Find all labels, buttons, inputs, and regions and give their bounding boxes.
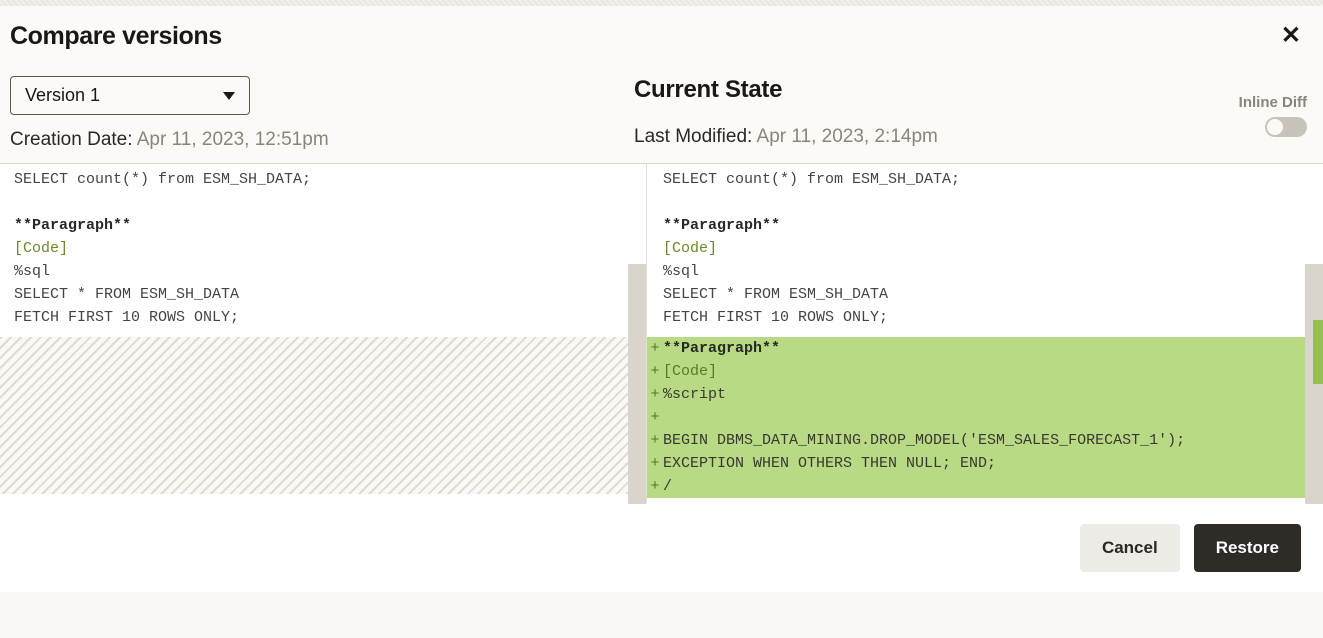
code-line: %sql (14, 260, 646, 283)
creation-date-value: Apr 11, 2023, 12:51pm (137, 129, 329, 150)
code-line: %sql (663, 260, 1323, 283)
inline-diff-control: Inline Diff (1239, 94, 1307, 137)
current-state-heading: Current State (634, 76, 1313, 104)
added-line: +EXCEPTION WHEN OTHERS THEN NULL; END; (647, 452, 1305, 475)
diff-pane-right: SELECT count(*) from ESM_SH_DATA; **Para… (647, 164, 1323, 504)
code-marker: [Code] (14, 237, 646, 260)
plus-icon: + (647, 383, 663, 406)
paragraph-marker: **Paragraph** (663, 337, 780, 360)
added-line: +%script (647, 383, 1305, 406)
left-meta: Version 1 Creation Date: Apr 11, 2023, 1… (10, 76, 634, 151)
restore-button[interactable]: Restore (1194, 524, 1301, 572)
scrollbar-right[interactable] (1305, 264, 1323, 504)
scrollbar-accent (1313, 320, 1323, 384)
dialog-title: Compare versions (10, 22, 222, 51)
paragraph-marker: **Paragraph** (14, 214, 646, 237)
inline-diff-label: Inline Diff (1239, 94, 1307, 111)
plus-icon: + (647, 406, 663, 429)
cancel-button[interactable]: Cancel (1080, 524, 1180, 572)
code-line: EXCEPTION WHEN OTHERS THEN NULL; END; (663, 452, 996, 475)
code-line: %script (663, 383, 726, 406)
plus-icon: + (647, 337, 663, 360)
paragraph-marker: **Paragraph** (663, 214, 1323, 237)
code-line: BEGIN DBMS_DATA_MINING.DROP_MODEL('ESM_S… (663, 429, 1185, 452)
added-line: +BEGIN DBMS_DATA_MINING.DROP_MODEL('ESM_… (647, 429, 1305, 452)
code-line: / (663, 475, 672, 498)
added-line: +/ (647, 475, 1305, 498)
plus-icon: + (647, 360, 663, 383)
version-select-value: Version 1 (25, 85, 100, 106)
diff-pane-left: SELECT count(*) from ESM_SH_DATA; **Para… (0, 164, 646, 504)
plus-icon: + (647, 475, 663, 498)
right-meta: Current State Last Modified: Apr 11, 202… (634, 76, 1313, 148)
inline-diff-toggle[interactable] (1265, 117, 1307, 137)
chevron-down-icon (223, 92, 235, 100)
compare-versions-dialog: Compare versions ✕ Version 1 Creation Da… (0, 6, 1323, 592)
code-line: SELECT * FROM ESM_SH_DATA (14, 283, 646, 306)
code-line: FETCH FIRST 10 ROWS ONLY; (14, 306, 646, 329)
code-line: SELECT count(*) from ESM_SH_DATA; (14, 168, 646, 191)
last-modified: Last Modified: Apr 11, 2023, 2:14pm (634, 126, 1313, 148)
version-select[interactable]: Version 1 (10, 76, 250, 115)
added-line: +[Code] (647, 360, 1305, 383)
meta-row: Version 1 Creation Date: Apr 11, 2023, 1… (0, 62, 1323, 163)
close-icon[interactable]: ✕ (1273, 20, 1309, 52)
plus-icon: + (647, 429, 663, 452)
added-block: +**Paragraph** +[Code] +%script + +BEGIN… (647, 337, 1305, 498)
code-line: SELECT count(*) from ESM_SH_DATA; (663, 168, 1323, 191)
added-line: + (647, 406, 1305, 429)
scrollbar-left[interactable] (628, 264, 646, 504)
last-modified-label: Last Modified: (634, 126, 757, 147)
dialog-header: Compare versions ✕ (0, 6, 1323, 62)
added-line: +**Paragraph** (647, 337, 1305, 360)
creation-date: Creation Date: Apr 11, 2023, 12:51pm (10, 129, 634, 151)
last-modified-value: Apr 11, 2023, 2:14pm (757, 126, 938, 147)
removed-placeholder (0, 337, 628, 494)
diff-area: SELECT count(*) from ESM_SH_DATA; **Para… (0, 164, 1323, 504)
code-line: SELECT * FROM ESM_SH_DATA (663, 283, 1323, 306)
plus-icon: + (647, 452, 663, 475)
code-line: FETCH FIRST 10 ROWS ONLY; (663, 306, 1323, 329)
creation-date-label: Creation Date: (10, 129, 137, 150)
code-marker: [Code] (663, 237, 1323, 260)
dialog-footer: Cancel Restore (0, 504, 1323, 592)
code-marker: [Code] (663, 360, 717, 383)
